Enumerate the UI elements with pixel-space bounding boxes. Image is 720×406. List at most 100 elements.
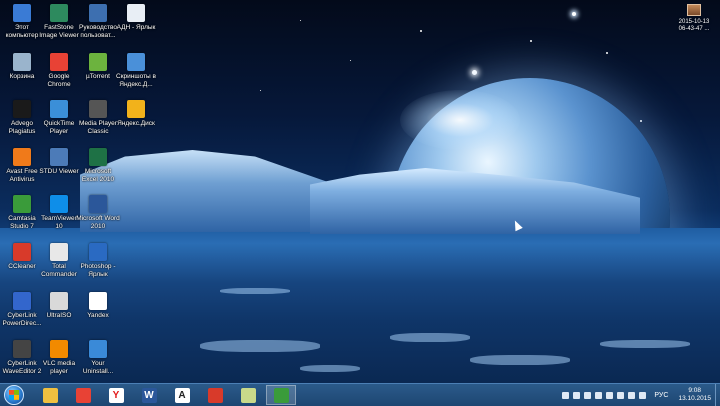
document-shortcut-icon xyxy=(127,4,145,22)
language-indicator[interactable]: РУС xyxy=(654,392,668,399)
camtasia-icon xyxy=(273,387,289,403)
desktop-icon-label: Microsoft Word 2010 xyxy=(76,215,120,230)
file-explorer-icon xyxy=(42,387,58,403)
star xyxy=(260,90,261,91)
desktop-icon-label: Your Uninstall... xyxy=(82,360,114,375)
tray-app-icon[interactable] xyxy=(606,391,614,399)
clock-time: 9:08 xyxy=(688,387,702,394)
taskbar-app-button[interactable]: A xyxy=(167,385,197,405)
faststone-icon xyxy=(50,4,68,22)
utorrent-icon xyxy=(89,53,107,71)
camtasia-icon xyxy=(13,195,31,213)
planet-glow xyxy=(400,90,520,150)
start-button[interactable] xyxy=(4,385,24,405)
avast-icon xyxy=(13,148,31,166)
flag-notification-icon[interactable] xyxy=(562,391,570,399)
taskbar-app-button[interactable] xyxy=(233,385,263,405)
vlc-icon xyxy=(50,340,68,358)
powerdirector-icon xyxy=(13,292,31,310)
chrome-icon xyxy=(75,387,91,403)
stdu-icon xyxy=(50,148,68,166)
gadget-date: 2015-10-13 xyxy=(678,19,710,25)
desktop-icon[interactable]: АДН - Ярлык xyxy=(114,2,158,58)
taskbar-pinned-apps: Y WA xyxy=(32,385,296,405)
uninstaller-icon xyxy=(89,340,107,358)
battery-icon[interactable] xyxy=(595,391,603,399)
taskbar-app-button[interactable] xyxy=(68,385,98,405)
desktop-icon-label: Photoshop - Ярлык xyxy=(80,263,116,278)
desktop-icon-label: АДН - Ярлык xyxy=(116,24,156,31)
desktop-icon[interactable]: FastStone Image Viewer xyxy=(37,2,81,58)
manual-icon xyxy=(89,4,107,22)
yandex-disk-icon xyxy=(127,53,145,71)
taskbar-app-button[interactable]: W xyxy=(134,385,164,405)
ice-floe xyxy=(200,340,320,352)
yandex-icon xyxy=(89,292,107,310)
star xyxy=(420,30,422,32)
desktop-icon-label: FastStone Image Viewer xyxy=(39,24,79,39)
taskbar-clock[interactable]: 9:08 13.10.2015 xyxy=(678,387,711,403)
notes-icon xyxy=(240,387,256,403)
ice-floe xyxy=(300,365,360,372)
word-icon xyxy=(89,195,107,213)
clock-gadget[interactable]: 2015-10-13 06-43-47 ... xyxy=(672,4,716,40)
yandex-disk-folder-icon xyxy=(127,100,145,118)
excel-icon xyxy=(89,148,107,166)
taskbar-app-button[interactable] xyxy=(35,385,65,405)
star xyxy=(640,120,642,122)
advego-icon xyxy=(13,100,31,118)
mpc-icon xyxy=(89,100,107,118)
recycle-bin-icon xyxy=(13,53,31,71)
desktop-icon-label: VLC media player xyxy=(42,360,76,375)
ultraiso-icon xyxy=(50,292,68,310)
gadget-picture-icon xyxy=(687,4,701,16)
system-tray: РУС 9:08 13.10.2015 xyxy=(558,384,720,406)
tray-app-icon[interactable] xyxy=(628,391,636,399)
photoshop-icon xyxy=(89,243,107,261)
star xyxy=(472,70,477,75)
desktop-icon[interactable]: Яндекс.Диск xyxy=(114,98,158,154)
desktop-background: Этот компьютер FastStone Image Viewer Руко… xyxy=(0,0,720,383)
gadget-time: 06-43-47 ... xyxy=(678,26,710,32)
star xyxy=(606,52,608,54)
desktop-icon[interactable]: Total Commander xyxy=(37,241,81,297)
quicktime-icon xyxy=(50,100,68,118)
show-desktop-button[interactable] xyxy=(715,384,720,406)
taskbar-app-button[interactable] xyxy=(266,385,296,405)
word-icon: W xyxy=(141,387,157,403)
network-icon[interactable] xyxy=(573,391,581,399)
desktop-icon-label: QuickTime Player xyxy=(43,120,75,135)
total-commander-icon xyxy=(50,243,68,261)
desktop-icon[interactable]: Your Uninstall... xyxy=(76,338,120,383)
volume-icon[interactable] xyxy=(584,391,592,399)
desktop-icon-label: Google Chrome xyxy=(47,73,71,88)
star xyxy=(572,12,576,16)
star xyxy=(350,60,351,61)
desktop-icon-label: Скриншоты в Яндекс.Д... xyxy=(116,73,156,88)
desktop-icon-label: Total Commander xyxy=(41,263,77,278)
taskbar-app-button[interactable] xyxy=(200,385,230,405)
chrome-icon xyxy=(50,53,68,71)
tray-app-icon[interactable] xyxy=(639,391,647,399)
desktop-icon[interactable]: VLC media player xyxy=(37,338,81,383)
desktop-icon-label: UltraISO xyxy=(46,312,72,319)
desktop-icon-label: Yandex xyxy=(87,312,109,319)
waveeditor-icon xyxy=(13,340,31,358)
desktop-icon-label: TeamViewer 10 xyxy=(41,215,77,230)
taskbar: Y W A РУС 9:08 13.10.2015 xyxy=(0,383,720,406)
ice-floe xyxy=(390,333,470,342)
desktop-icon-label: STDU Viewer xyxy=(39,168,79,175)
pdf-icon xyxy=(207,387,223,403)
clock-date: 13.10.2015 xyxy=(678,395,711,402)
taskbar-app-button[interactable]: Y xyxy=(101,385,131,405)
desktop-icon[interactable]: Photoshop - Ярлык xyxy=(76,241,120,297)
ccleaner-icon xyxy=(13,243,31,261)
star xyxy=(300,20,301,21)
ice-floe xyxy=(220,288,290,294)
yandex-browser-icon: Y xyxy=(108,387,124,403)
star xyxy=(530,40,532,42)
ice-floe xyxy=(470,355,570,365)
teamviewer-icon xyxy=(50,195,68,213)
windows-logo-icon xyxy=(9,390,19,400)
tray-app-icon[interactable] xyxy=(617,391,625,399)
